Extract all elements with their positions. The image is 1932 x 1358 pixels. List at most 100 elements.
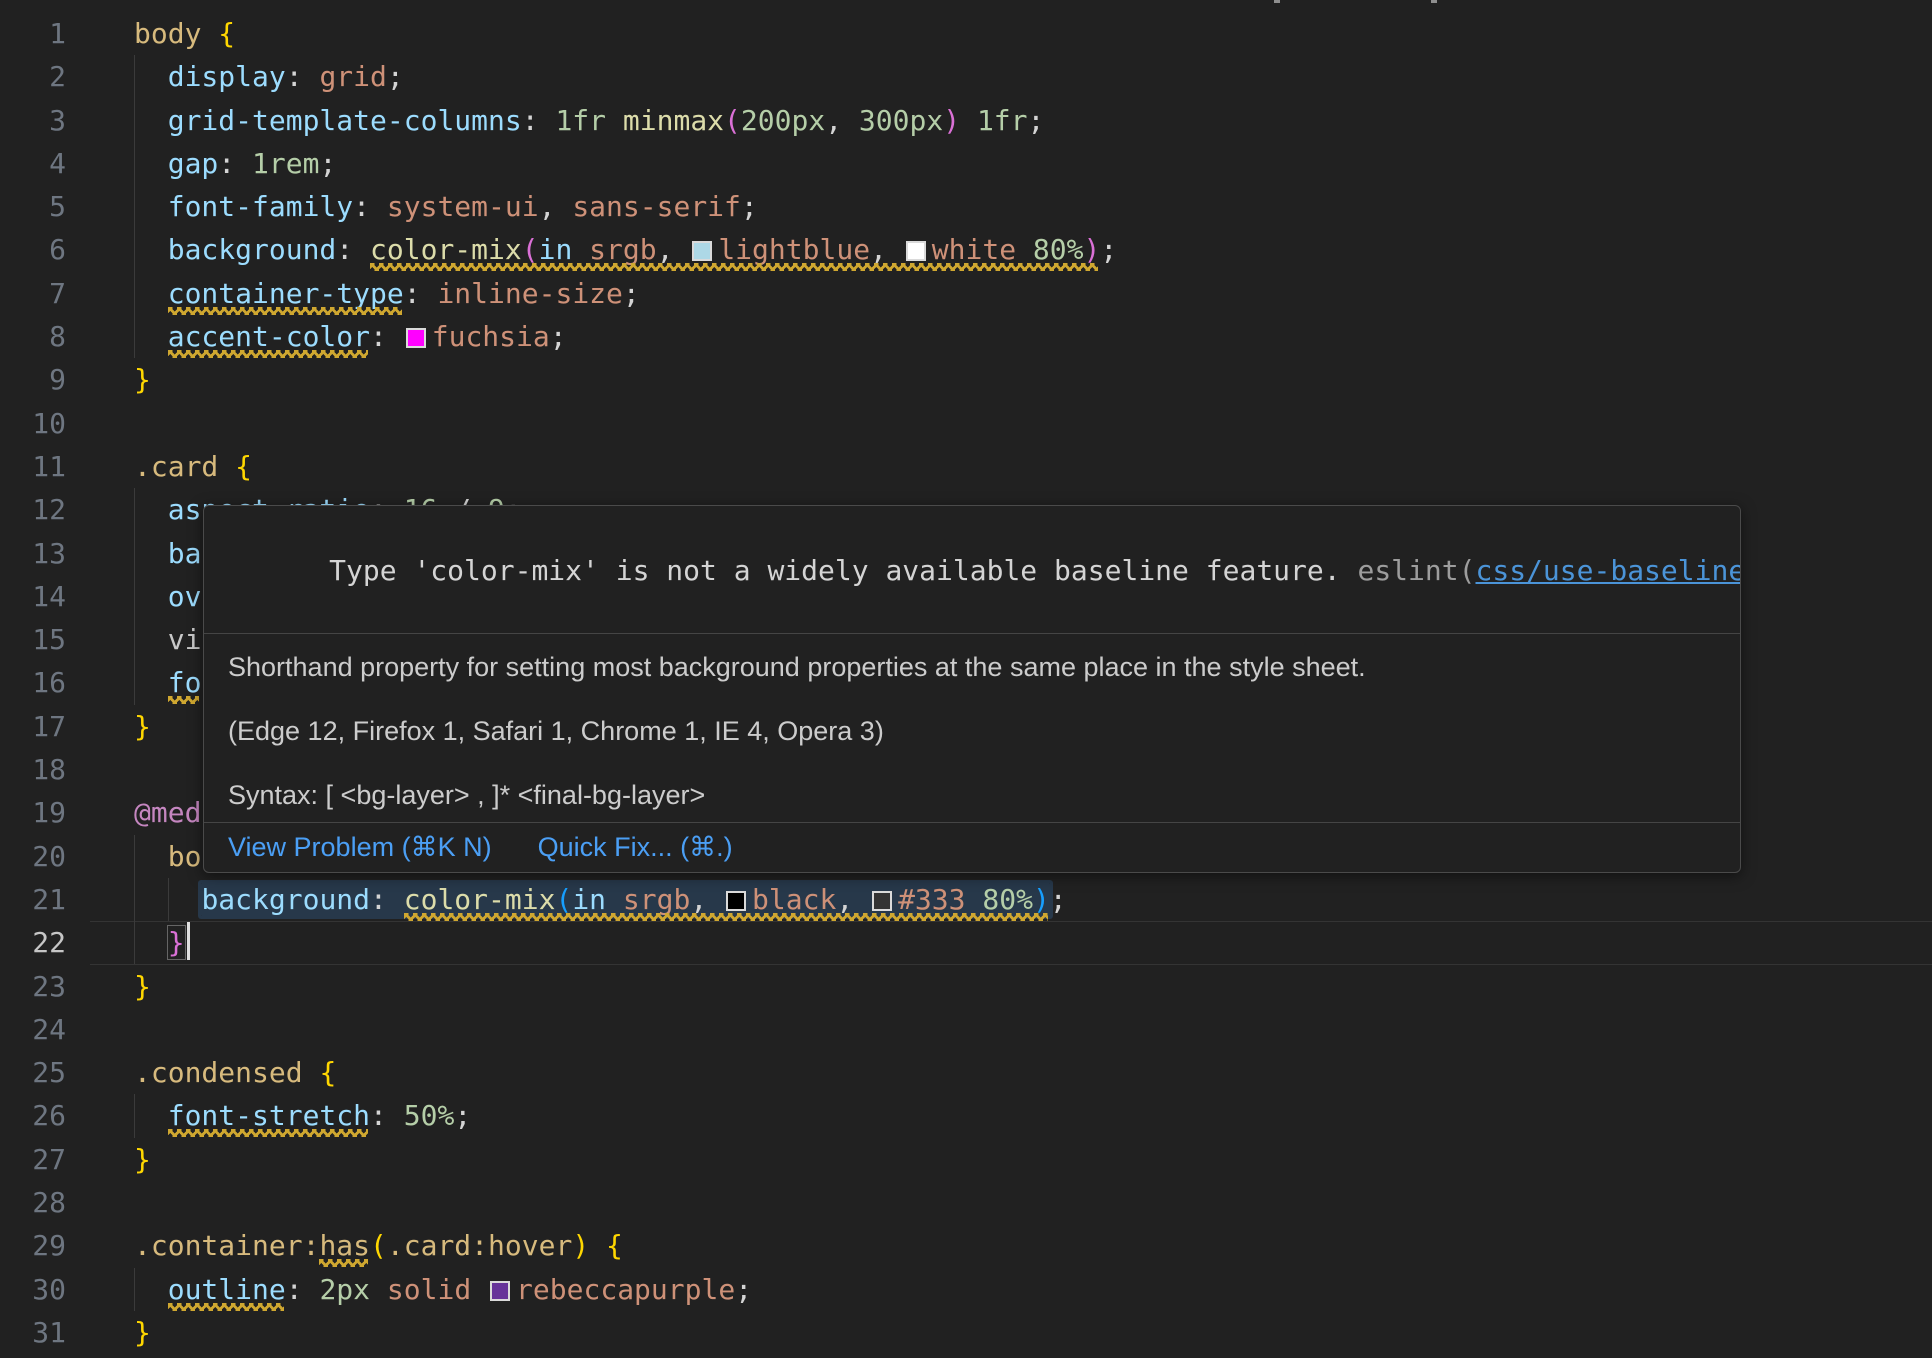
code-token: .card [134, 450, 235, 483]
code-line[interactable]: 2 display: grid; [0, 55, 1932, 98]
code-token: ; [1100, 233, 1117, 266]
code-token: : [286, 1273, 303, 1306]
color-swatch[interactable] [406, 328, 426, 348]
line-number: 8 [0, 315, 66, 358]
code-text: background: color-mix(in srgb, black, #3… [134, 878, 1067, 921]
line-number: 24 [0, 1008, 66, 1051]
code-line[interactable]: 5 font-family: system-ui, sans-serif; [0, 185, 1932, 228]
line-number: 26 [0, 1094, 66, 1137]
code-line[interactable]: 9} [0, 358, 1932, 401]
code-token: , [870, 233, 887, 266]
code-token: 50% [404, 1099, 455, 1132]
code-token [707, 883, 724, 916]
code-line[interactable]: 23} [0, 965, 1932, 1008]
code-line[interactable]: 30 outline: 2px solid rebeccapurple; [0, 1268, 1932, 1311]
warning-squiggle-span: color-mix(in srgb, black, #333 80%) [404, 883, 1050, 916]
line-number: 21 [0, 878, 66, 921]
code-token: ba [168, 537, 202, 570]
code-token [134, 926, 168, 959]
code-line-active[interactable]: 22 } [0, 921, 1932, 964]
code-token: bo [168, 840, 202, 873]
tooltip-actions: View Problem (⌘K N) Quick Fix... (⌘.) [204, 822, 1740, 872]
code-token: ) [572, 1229, 589, 1262]
code-token: ( [724, 104, 741, 137]
line-number: 28 [0, 1181, 66, 1224]
code-token: ; [741, 190, 758, 223]
code-token: system-ui [387, 190, 539, 223]
code-text: } [134, 1311, 151, 1354]
line-number: 13 [0, 532, 66, 575]
code-token [134, 623, 168, 656]
code-text: } [134, 921, 190, 964]
eslint-rule-link[interactable]: css/use-baseline [1475, 554, 1740, 587]
code-line[interactable]: 8 accent-color: fuchsia; [0, 315, 1932, 358]
code-token [853, 883, 870, 916]
code-line[interactable]: 6 background: color-mix(in srgb, lightbl… [0, 228, 1932, 271]
code-line[interactable]: 28 [0, 1181, 1932, 1224]
color-swatch[interactable] [692, 241, 712, 261]
code-token: rebeccapurple [516, 1273, 735, 1306]
code-token [842, 104, 859, 137]
code-token [370, 1273, 387, 1306]
code-token: minmax [623, 104, 724, 137]
code-token: sans-serif [572, 190, 741, 223]
code-token: : [286, 60, 303, 93]
browser-support: (Edge 12, Firefox 1, Safari 1, Chrome 1,… [228, 716, 1716, 747]
code-text: accent-color: fuchsia; [134, 315, 567, 358]
line-number: 4 [0, 142, 66, 185]
color-swatch[interactable] [872, 891, 892, 911]
code-line[interactable]: 31} [0, 1311, 1932, 1354]
code-line[interactable]: 1body { [0, 12, 1932, 55]
code-token: 200px [741, 104, 825, 137]
code-line[interactable]: 11.card { [0, 445, 1932, 488]
code-token [134, 666, 168, 699]
code-token: outline [168, 1273, 286, 1306]
line-number: 12 [0, 488, 66, 531]
code-token [303, 1273, 320, 1306]
code-token: .container: [134, 1229, 319, 1262]
line-number: 10 [0, 402, 66, 445]
code-line[interactable]: 7 container-type: inline-size; [0, 272, 1932, 315]
code-token: ( [370, 1229, 387, 1262]
line-number: 11 [0, 445, 66, 488]
code-token: : [370, 320, 387, 353]
color-swatch[interactable] [726, 891, 746, 911]
warning-squiggle-span: has [319, 1229, 370, 1262]
code-token [887, 233, 904, 266]
code-token: : [353, 190, 370, 223]
code-token: : [522, 104, 539, 137]
code-line[interactable]: 29.container:has(.card:hover) { [0, 1224, 1932, 1267]
code-token: lightblue [718, 233, 870, 266]
code-line[interactable]: 25.condensed { [0, 1051, 1932, 1094]
code-line[interactable]: 10 [0, 402, 1932, 445]
code-token: : [218, 147, 235, 180]
code-line[interactable]: 27} [0, 1138, 1932, 1181]
code-editor[interactable]: 1body {2 display: grid;3 grid-template-c… [0, 0, 1932, 1358]
color-swatch[interactable] [906, 241, 926, 261]
code-token: } [168, 926, 185, 959]
code-token [134, 840, 168, 873]
code-text: background: color-mix(in srgb, lightblue… [134, 228, 1117, 271]
code-token: ) [943, 104, 960, 137]
line-number: 19 [0, 791, 66, 834]
code-token [134, 493, 168, 526]
code-token: , [836, 883, 853, 916]
code-token: color-mix [370, 233, 522, 266]
code-token: ( [555, 883, 572, 916]
code-token: : [336, 233, 353, 266]
clipped-glyph-artifact [1274, 0, 1280, 3]
code-text: font-stretch: 50%; [134, 1094, 471, 1137]
code-line[interactable]: 21 background: color-mix(in srgb, black,… [0, 878, 1932, 921]
quick-fix-action[interactable]: Quick Fix... (⌘.) [538, 832, 733, 863]
code-line[interactable]: 26 font-stretch: 50%; [0, 1094, 1932, 1137]
code-line[interactable]: 24 [0, 1008, 1932, 1051]
code-text: } [134, 1138, 151, 1181]
code-line[interactable]: 3 grid-template-columns: 1fr minmax(200p… [0, 99, 1932, 142]
code-text: gap: 1rem; [134, 142, 336, 185]
view-problem-action[interactable]: View Problem (⌘K N) [228, 832, 492, 863]
code-token [134, 1099, 168, 1132]
color-swatch[interactable] [490, 1281, 510, 1301]
code-text: ov [134, 575, 201, 618]
diagnostic-row: Type 'color-mix' is not a widely availab… [204, 506, 1740, 634]
code-line[interactable]: 4 gap: 1rem; [0, 142, 1932, 185]
